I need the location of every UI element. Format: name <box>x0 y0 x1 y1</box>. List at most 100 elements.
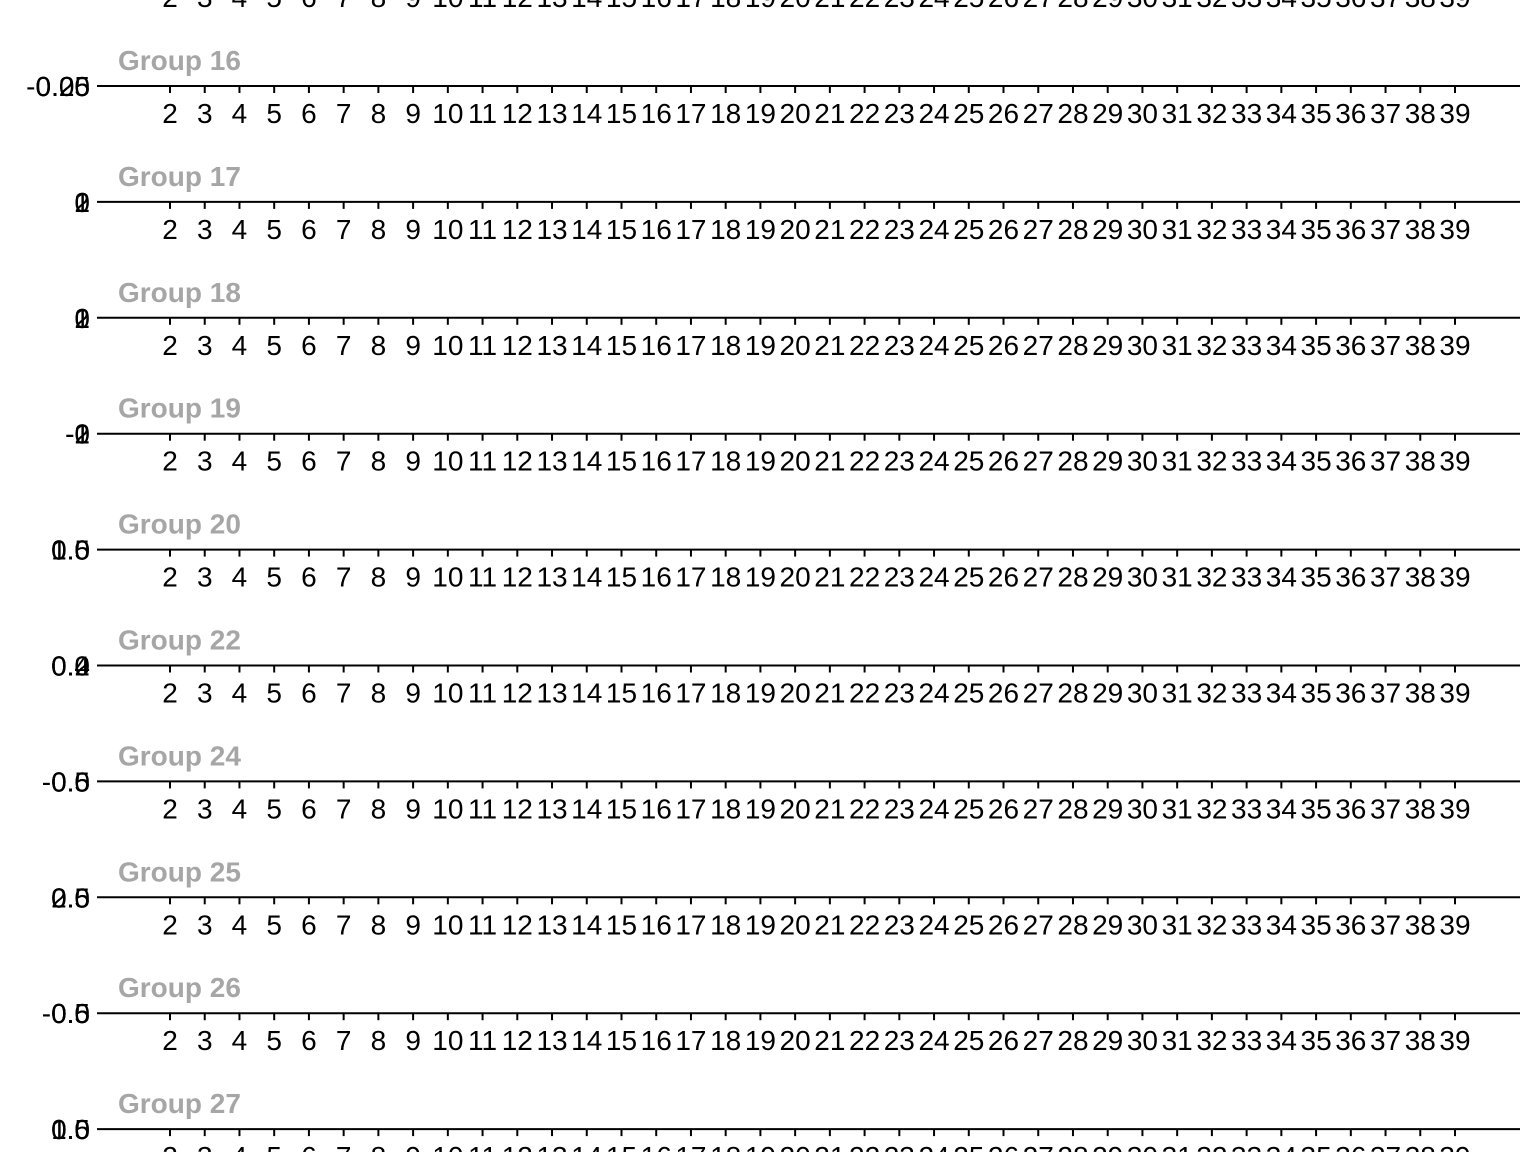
panel-x-tick-label: 25 <box>953 1025 984 1056</box>
panel-x-tick-label: 36 <box>1335 678 1366 709</box>
panel-x-tick-label: 27 <box>1023 446 1054 477</box>
panel-x-tick-label: 21 <box>814 909 845 940</box>
panel-x-tick-label: 6 <box>301 446 317 477</box>
panel-x-tick-label: 31 <box>1162 909 1193 940</box>
panel-x-tick-label: 7 <box>336 214 352 245</box>
panel-x-tick-label: 15 <box>606 562 637 593</box>
panel-x-tick-label: 12 <box>502 562 533 593</box>
partial-top-panel-x-tick-label: 35 <box>1301 0 1332 13</box>
panel-x-tick-label: 26 <box>988 793 1019 824</box>
partial-top-panel-x-tick-label: 31 <box>1162 0 1193 13</box>
panel-x-tick-label: 21 <box>814 98 845 129</box>
panel-x-tick-label: 35 <box>1301 909 1332 940</box>
panel-x-tick-label: 18 <box>710 1025 741 1056</box>
panel-x-tick-label: 29 <box>1092 98 1123 129</box>
panel-x-tick-label: 16 <box>641 562 672 593</box>
panel-x-tick-label: 32 <box>1196 330 1227 361</box>
panel-x-tick-label: 4 <box>232 562 248 593</box>
panel-x-tick-label: 13 <box>536 793 567 824</box>
panel-x-tick-label: 7 <box>336 909 352 940</box>
panel-x-tick-label: 11 <box>468 1025 497 1056</box>
panel-x-tick-label: 18 <box>710 562 741 593</box>
panel-x-tick-label: 6 <box>301 793 317 824</box>
panel-x-tick-label: 2 <box>162 793 178 824</box>
panel-x-tick-label: 34 <box>1266 1141 1297 1152</box>
panel-x-tick-label: 14 <box>571 1025 602 1056</box>
panel-x-tick-label: 21 <box>814 793 845 824</box>
panel-x-tick-label: 32 <box>1196 678 1227 709</box>
panel-group-6: Group 220.00.20.42 3 4 5 6 7 8 9 10 11 12 13 14 15 16 1… <box>51 625 1520 709</box>
panel-x-tick-label: 29 <box>1092 793 1123 824</box>
panel-x-tick-label: 16 <box>641 1141 672 1152</box>
panel-x-tick-label: 31 <box>1162 330 1193 361</box>
partial-top-panel-x-tick-label: 6 <box>301 0 317 13</box>
panel-x-tick-label: 13 <box>536 330 567 361</box>
panel-x-tick-label: 13 <box>536 909 567 940</box>
partial-top-panel-x-tick-label: 11 <box>468 0 497 13</box>
panel-x-tick-label: 20 <box>780 1025 811 1056</box>
panel-x-tick-label: 29 <box>1092 1025 1123 1056</box>
panel-x-tick-label: 36 <box>1335 909 1366 940</box>
panel-x-tick-label: 24 <box>918 446 949 477</box>
panel-x-tick-label: 18 <box>710 909 741 940</box>
panel-x-tick-label: 17 <box>675 446 706 477</box>
panel-x-tick-label: 22 <box>849 678 880 709</box>
panel-x-tick-label: 39 <box>1439 214 1470 245</box>
panel-x-tick-label: 21 <box>814 562 845 593</box>
partial-top-panel-x-tick-label: 26 <box>988 0 1019 13</box>
panel-x-tick-label: 29 <box>1092 214 1123 245</box>
panel-x-tick-label: 29 <box>1092 446 1123 477</box>
panel-x-tick-label: 14 <box>571 1141 602 1152</box>
panel-x-tick-label: 12 <box>502 678 533 709</box>
panel-x-tick-label: 4 <box>232 793 248 824</box>
panel-x-tick-label: 26 <box>988 1025 1019 1056</box>
panel-x-tick-label: 3 <box>197 446 213 477</box>
panel-x-tick-label: 27 <box>1023 214 1054 245</box>
panel-x-tick-label: 21 <box>814 678 845 709</box>
panel-x-tick-label: 7 <box>336 1141 352 1152</box>
panel-x-tick-label: 5 <box>266 909 282 940</box>
panel-x-tick-label: 36 <box>1335 562 1366 593</box>
panel-x-tick-label: 37 <box>1370 793 1401 824</box>
panel-x-tick-label: 6 <box>301 562 317 593</box>
panel-x-tick-label: 29 <box>1092 678 1123 709</box>
partial-top-panel-x-tick-label: 28 <box>1057 0 1088 13</box>
panel-x-tick-label: 33 <box>1231 1141 1262 1152</box>
panel-x-tick-label: 17 <box>675 678 706 709</box>
panel-x-tick-label: 8 <box>371 793 387 824</box>
panel-title: Group 25 <box>118 856 241 887</box>
panel-x-tick-label: 15 <box>606 1141 637 1152</box>
panel-x-tick-label: 7 <box>336 678 352 709</box>
panel-x-tick-label: 2 <box>162 1141 178 1152</box>
panel-x-tick-label: 16 <box>641 214 672 245</box>
panel-x-tick-label: 27 <box>1023 909 1054 940</box>
panel-x-tick-label: 38 <box>1405 98 1436 129</box>
panel-group-7: Group 24-0.50.00.52 3 4 5 6 7 8 9 10 11 12 13 14 15 16… <box>42 740 1520 824</box>
panel-x-tick-label: 20 <box>780 214 811 245</box>
panel-x-tick-label: 5 <box>266 214 282 245</box>
panel-x-tick-label: 25 <box>953 446 984 477</box>
panel-x-tick-label: 10 <box>432 446 463 477</box>
panel-x-tick-label: 24 <box>918 562 949 593</box>
panel-x-tick-label: 23 <box>884 793 915 824</box>
panel-x-tick-label: 25 <box>953 678 984 709</box>
panel-x-tick-label: 33 <box>1231 678 1262 709</box>
panel-x-tick-label: 33 <box>1231 330 1262 361</box>
panel-group-10: Group 270.00.51.023456789101112131415161… <box>51 1088 1520 1152</box>
partial-top-panel-x-tick-label: 18 <box>710 0 741 13</box>
panel-x-tick-label: 14 <box>571 909 602 940</box>
panel-x-tick-label: 35 <box>1301 793 1332 824</box>
panel-x-tick-label: 29 <box>1092 909 1123 940</box>
panel-x-tick-label: 8 <box>371 909 387 940</box>
panel-x-tick-label: 19 <box>745 214 776 245</box>
panel-x-tick-label: 36 <box>1335 214 1366 245</box>
panel-x-tick-label: 10 <box>432 562 463 593</box>
panel-x-tick-label: 22 <box>849 1141 880 1152</box>
panel-x-tick-label: 12 <box>502 1025 533 1056</box>
panel-x-tick-label: 22 <box>849 793 880 824</box>
panel-x-tick-label: 18 <box>710 678 741 709</box>
panel-x-tick-label: 23 <box>884 98 915 129</box>
panel-x-tick-label: 37 <box>1370 678 1401 709</box>
panel-x-tick-label: 26 <box>988 1141 1019 1152</box>
panel-x-tick-label: 32 <box>1196 98 1227 129</box>
